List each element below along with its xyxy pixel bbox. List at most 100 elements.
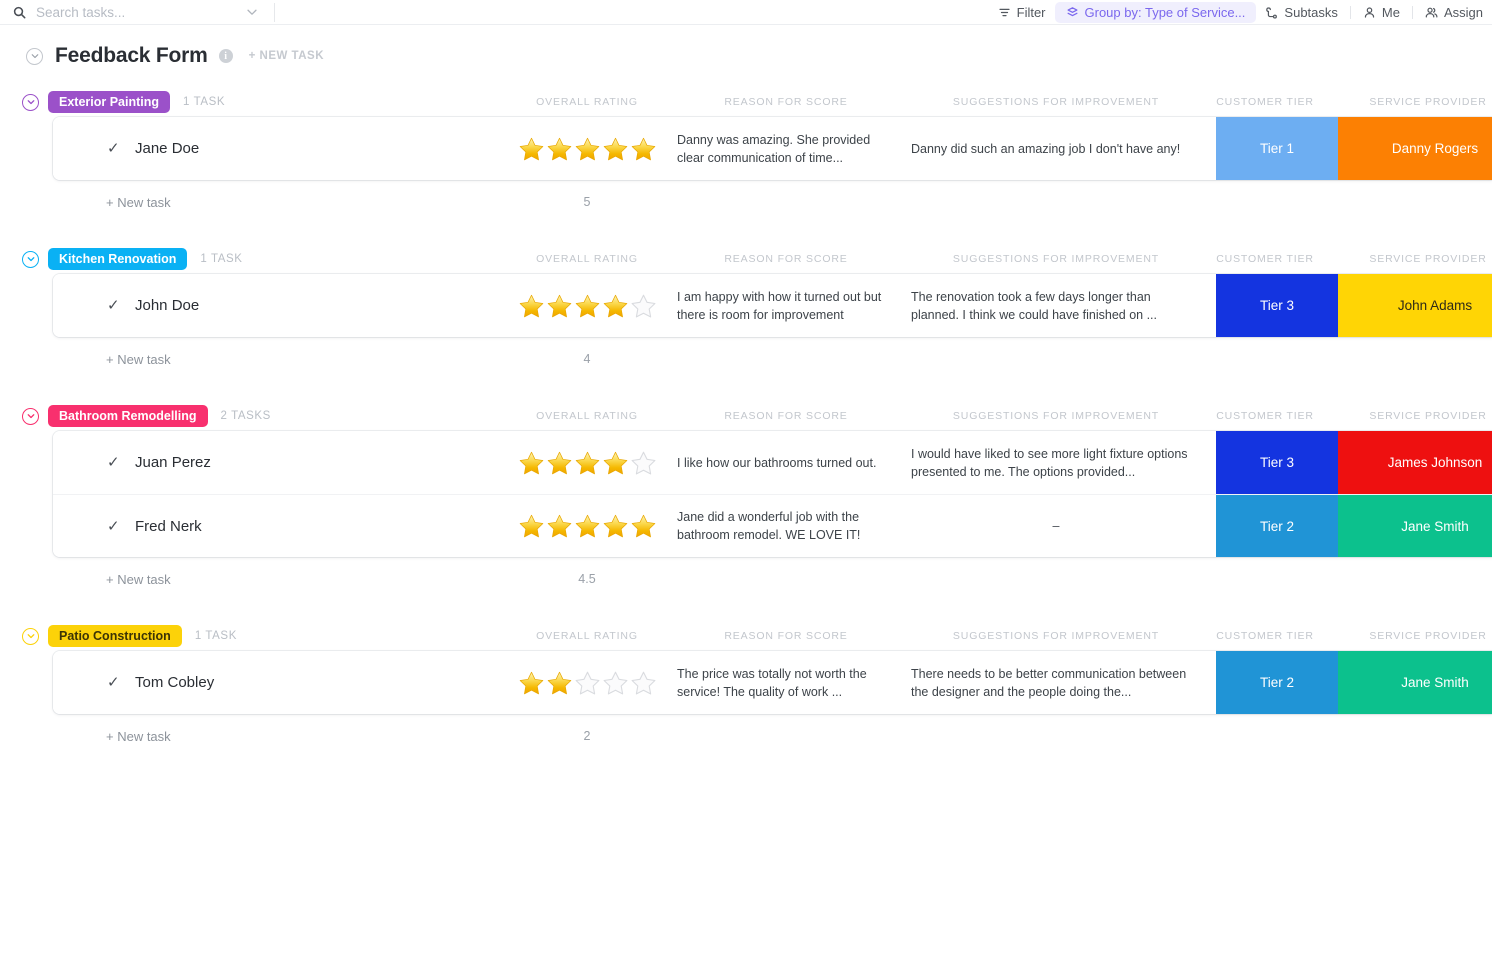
add-new-task-link[interactable]: + New task	[53, 352, 171, 367]
task-name-cell[interactable]: Tom Cobley	[135, 651, 495, 714]
info-icon[interactable]: i	[218, 49, 233, 63]
group-by-label: Group by: Type of Service...	[1084, 4, 1246, 20]
table-row[interactable]: ✓ Juan Perez I like how our bathrooms turn…	[53, 431, 1492, 494]
task-name[interactable]: Juan Perez	[135, 454, 211, 471]
filter-button[interactable]: Filter	[989, 2, 1055, 22]
filter-label: Filter	[1016, 4, 1046, 20]
group-collapse-icon[interactable]	[22, 627, 39, 645]
task-name[interactable]: Fred Nerk	[135, 518, 202, 535]
task-status-check[interactable]: ✓	[107, 651, 131, 714]
customer-tier-cell[interactable]: Tier 2	[1216, 651, 1338, 714]
reason-cell[interactable]: The price was totally not worth the serv…	[677, 651, 895, 714]
task-name-cell[interactable]: Fred Nerk	[135, 495, 495, 557]
service-provider-value[interactable]: Danny Rogers	[1338, 117, 1492, 180]
suggestion-cell[interactable]: There needs to be better communication b…	[911, 651, 1201, 714]
service-provider-cell[interactable]: James Johnson	[1338, 431, 1492, 494]
group-tag[interactable]: Exterior Painting	[48, 91, 171, 113]
group-tag[interactable]: Kitchen Renovation	[48, 248, 188, 270]
table-row[interactable]: ✓ Jane Doe Danny was amazing. She provided…	[53, 117, 1492, 180]
customer-tier-cell[interactable]: Tier 1	[1216, 117, 1338, 180]
star-rating[interactable]	[518, 670, 657, 696]
collapse-all-icon[interactable]	[26, 47, 43, 65]
suggestion-cell[interactable]: Danny did such an amazing job I don't ha…	[911, 117, 1201, 180]
suggestion-cell[interactable]: I would have liked to see more light fix…	[911, 431, 1201, 494]
task-name-cell[interactable]: Juan Perez	[135, 431, 495, 494]
reason-cell[interactable]: I like how our bathrooms turned out.	[677, 431, 895, 494]
customer-tier-cell[interactable]: Tier 3	[1216, 274, 1338, 337]
service-provider-cell[interactable]: John Adams	[1338, 274, 1492, 337]
suggestion-cell[interactable]: –	[911, 495, 1201, 557]
reason-cell[interactable]: Danny was amazing. She provided clear co…	[677, 117, 895, 180]
column-header-rating: OVERALL RATING	[536, 410, 638, 422]
assignee-button[interactable]: Assign	[1416, 2, 1492, 22]
task-status-check[interactable]: ✓	[107, 495, 131, 557]
check-icon[interactable]: ✓	[107, 675, 120, 690]
star-filled-icon	[547, 671, 571, 694]
group-collapse-icon[interactable]	[22, 93, 39, 111]
reason-cell[interactable]: I am happy with how it turned out but th…	[677, 274, 895, 337]
customer-tier-value[interactable]: Tier 1	[1216, 117, 1338, 180]
task-status-check[interactable]: ✓	[107, 274, 131, 337]
group-collapse-icon[interactable]	[22, 407, 39, 425]
add-new-task-link[interactable]: + New task	[53, 572, 171, 587]
table-row[interactable]: ✓ Tom Cobley The price was totally not wor…	[53, 651, 1492, 714]
service-provider-cell[interactable]: Jane Smith	[1338, 495, 1492, 557]
subtasks-button[interactable]: Subtasks	[1256, 2, 1346, 22]
column-header-tier: CUSTOMER TIER	[1216, 410, 1314, 422]
service-provider-value[interactable]: Jane Smith	[1338, 651, 1492, 714]
group-task-count: 1 TASK	[200, 253, 243, 265]
customer-tier-cell[interactable]: Tier 3	[1216, 431, 1338, 494]
new-task-button[interactable]: + NEW TASK	[249, 50, 324, 62]
star-filled-icon	[547, 294, 571, 317]
rating-cell[interactable]	[513, 274, 661, 337]
filter-icon	[998, 6, 1011, 19]
task-name[interactable]: John Doe	[135, 297, 199, 314]
service-provider-value[interactable]: James Johnson	[1338, 431, 1492, 494]
add-new-task-link[interactable]: + New task	[53, 729, 171, 744]
task-name-cell[interactable]: John Doe	[135, 274, 495, 337]
star-rating[interactable]	[518, 513, 657, 539]
customer-tier-value[interactable]: Tier 3	[1216, 274, 1338, 337]
task-status-check[interactable]: ✓	[107, 117, 131, 180]
group-by-button[interactable]: Group by: Type of Service...	[1054, 1, 1257, 23]
check-icon[interactable]: ✓	[107, 141, 120, 156]
star-rating[interactable]	[518, 293, 657, 319]
check-icon[interactable]: ✓	[107, 455, 120, 470]
group-collapse-icon[interactable]	[22, 250, 39, 268]
task-name[interactable]: Jane Doe	[135, 140, 199, 157]
service-provider-value[interactable]: Jane Smith	[1338, 495, 1492, 557]
group-tag[interactable]: Patio Construction	[48, 625, 182, 647]
task-name[interactable]: Tom Cobley	[135, 674, 214, 691]
table-row[interactable]: ✓ John Doe I am happy with how it turned o…	[53, 274, 1492, 337]
service-provider-cell[interactable]: Jane Smith	[1338, 651, 1492, 714]
check-icon[interactable]: ✓	[107, 298, 120, 313]
reason-cell[interactable]: Jane did a wonderful job with the bathro…	[677, 495, 895, 557]
service-provider-cell[interactable]: Danny Rogers	[1338, 117, 1492, 180]
star-rating[interactable]	[518, 136, 657, 162]
task-status-check[interactable]: ✓	[107, 431, 131, 494]
add-new-task-link[interactable]: + New task	[53, 195, 171, 210]
group-tag[interactable]: Bathroom Remodelling	[48, 405, 208, 427]
star-filled-icon	[519, 451, 543, 474]
column-header-reason: REASON FOR SCORE	[724, 96, 848, 108]
customer-tier-value[interactable]: Tier 2	[1216, 495, 1338, 557]
rating-cell[interactable]	[513, 651, 661, 714]
rating-cell[interactable]	[513, 495, 661, 557]
rating-cell[interactable]	[513, 431, 661, 494]
customer-tier-cell[interactable]: Tier 2	[1216, 495, 1338, 557]
me-button[interactable]: Me	[1354, 2, 1409, 22]
suggestion-cell[interactable]: The renovation took a few days longer th…	[911, 274, 1201, 337]
customer-tier-value[interactable]: Tier 3	[1216, 431, 1338, 494]
star-rating[interactable]	[518, 450, 657, 476]
customer-tier-value[interactable]: Tier 2	[1216, 651, 1338, 714]
chevron-down-icon[interactable]	[245, 5, 259, 19]
task-name-cell[interactable]: Jane Doe	[135, 117, 495, 180]
search-input[interactable]	[36, 4, 206, 20]
rating-aggregate: 4	[583, 352, 591, 366]
table-row[interactable]: ✓ Fred Nerk Jane did a wonderful job with …	[53, 494, 1492, 557]
service-provider-value[interactable]: John Adams	[1338, 274, 1492, 337]
rating-cell[interactable]	[513, 117, 661, 180]
group-task-list: ✓ Jane Doe Danny was amazing. She provided…	[53, 117, 1492, 180]
check-icon[interactable]: ✓	[107, 519, 120, 534]
